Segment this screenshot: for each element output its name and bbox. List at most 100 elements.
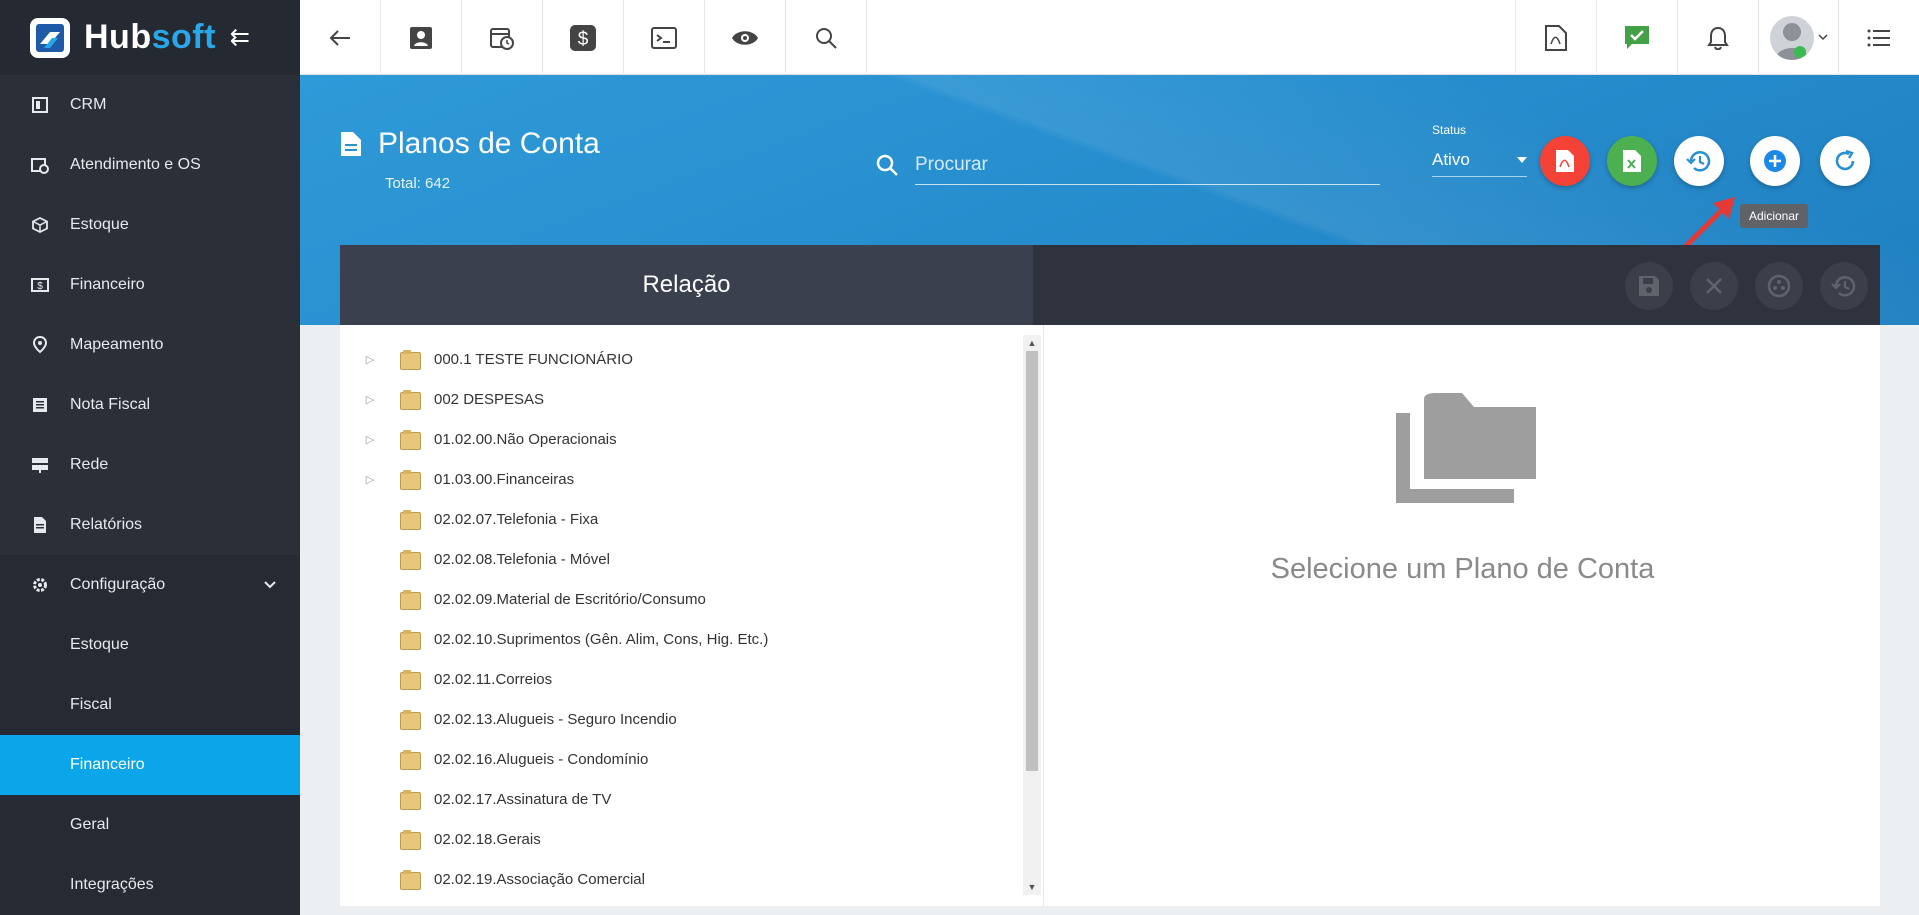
tree-row[interactable]: 02.02.19.Associação Comercial [340,859,768,899]
plano-conta-tree: ▷ 000.1 TESTE FUNCIONÁRIO ▷ 002 DESPESAS ▷ 01… [340,339,768,899]
submenu-item-estoque[interactable]: Estoque [0,615,300,675]
sidebar-item-label: Mapeamento [70,336,164,353]
sidebar-item-financeiro[interactable]: $ Financeiro [0,255,300,315]
sidebar-item-rede[interactable]: Rede [0,435,300,495]
top-toolbar: $ [300,0,1919,75]
status-value: Ativo [1432,149,1470,169]
sidebar-item-label: Relatórios [70,516,143,533]
tree-row[interactable]: 02.02.13.Alugueis - Seguro Incendio [340,699,768,739]
search-input[interactable] [915,145,1380,185]
export-excel-button[interactable] [1607,136,1657,186]
pdf-file-icon [1545,24,1567,51]
scroll-down-icon[interactable]: ▼ [1023,879,1041,895]
eye-icon [732,30,758,45]
scroll-thumb[interactable] [1026,351,1038,771]
tree-row-label: 02.02.17.Assinatura de TV [434,790,612,808]
submenu-item-integracoes[interactable]: Integrações [0,855,300,915]
sidebar-item-nota-fiscal[interactable]: Nota Fiscal [0,375,300,435]
document-icon [341,132,361,156]
sidebar-item-label: Atendimento e OS [70,156,201,173]
submenu-item-financeiro[interactable]: Financeiro [0,735,300,795]
refresh-button[interactable] [1820,136,1870,186]
brand-name: Hubsoft [84,18,216,57]
sidebar-item-estoque[interactable]: Estoque [0,195,300,255]
sidebar: Hubsoft ⇇ CRM Atendimento e OS Estoque $… [0,0,300,915]
search-button[interactable] [786,0,867,75]
circle-dots-icon [1767,274,1791,298]
expand-caret-icon[interactable]: ▷ [340,393,400,406]
tree-row[interactable]: ▷ 01.03.00.Financeiras [340,459,768,499]
view-button[interactable] [705,0,786,75]
tree-row[interactable]: 02.02.10.Suprimentos (Gên. Alim, Cons, H… [340,619,768,659]
history-icon [1831,276,1856,297]
tree-row[interactable]: 02.02.07.Telefonia - Fixa [340,499,768,539]
finance-button[interactable]: $ [543,0,624,75]
tree-row[interactable]: 02.02.18.Gerais [340,819,768,859]
gear-icon [30,575,50,595]
tree-row-label: 02.02.10.Suprimentos (Gên. Alim, Cons, H… [434,630,769,648]
tree-row[interactable]: ▷ 002 DESPESAS [340,379,768,419]
tree-row[interactable]: ▷ 000.1 TESTE FUNCIONÁRIO [340,339,768,379]
tree-row[interactable]: 02.02.16.Alugueis - Condomínio [340,739,768,779]
report-icon [30,515,50,535]
folder-icon [400,670,421,690]
scroll-up-icon[interactable]: ▲ [1023,335,1041,351]
tree-row[interactable]: 02.02.11.Correios [340,659,768,699]
tree-row[interactable]: 02.02.09.Material de Escritório/Consumo [340,579,768,619]
cancel-button[interactable] [1690,262,1738,310]
export-pdf-button[interactable] [1540,136,1590,186]
tree-row-label: 002 DESPESAS [434,390,545,408]
history-button[interactable] [1674,136,1724,186]
hubsoft-logo-icon [30,17,70,58]
sidebar-item-crm[interactable]: CRM [0,75,300,135]
sidebar-item-configuracao[interactable]: Configuração [0,555,300,615]
sidebar-item-atendimento[interactable]: Atendimento e OS [0,135,300,195]
expand-caret-icon[interactable]: ▷ [340,473,400,486]
bell-icon [1707,26,1729,50]
add-button[interactable] [1750,136,1800,186]
tree-row[interactable]: 02.02.08.Telefonia - Móvel [340,539,768,579]
folder-icon [400,590,421,610]
collapse-menu-icon[interactable]: ⇇ [230,23,250,52]
back-button[interactable] [300,0,381,75]
total-count: Total: 642 [385,175,451,192]
tree-scrollbar[interactable]: ▲ ▼ [1023,335,1041,895]
customer-button[interactable] [381,0,462,75]
tree-row-label: 02.02.08.Telefonia - Móvel [434,550,610,568]
logo-bar: Hubsoft ⇇ [0,0,300,75]
expand-caret-icon[interactable]: ▷ [340,353,400,366]
brand-soft: soft [151,18,216,56]
submenu-item-fiscal[interactable]: Fiscal [0,675,300,735]
page-title-wrap: Planos de Conta [340,127,600,161]
audit-button[interactable] [1755,262,1803,310]
folder-icon [400,870,421,890]
caret-down-icon [1517,156,1527,163]
sidebar-item-label: Rede [70,456,109,473]
schedule-button[interactable] [462,0,543,75]
expand-caret-icon[interactable]: ▷ [340,433,400,446]
user-menu-button[interactable] [1758,0,1838,75]
calendar-clock-icon [30,155,50,175]
pdf-document-button[interactable] [1515,0,1596,75]
sidebar-menu: CRM Atendimento e OS Estoque $ Financeir… [0,75,300,915]
tree-row[interactable]: ▷ 01.02.00.Não Operacionais [340,419,768,459]
tree-row-label: 01.03.00.Financeiras [434,470,575,488]
sidebar-item-mapeamento[interactable]: Mapeamento [0,315,300,375]
tree-row-label: 01.02.00.Não Operacionais [434,430,617,448]
notifications-button[interactable] [1677,0,1758,75]
list-menu-button[interactable] [1838,0,1919,75]
tasks-button[interactable] [1596,0,1677,75]
sidebar-item-relatorios[interactable]: Relatórios [0,495,300,555]
terminal-button[interactable] [624,0,705,75]
svg-text:$: $ [578,29,589,50]
tree-row[interactable]: 02.02.17.Assinatura de TV [340,779,768,819]
contact-card-icon [410,26,432,49]
detail-history-button[interactable] [1820,262,1868,310]
folder-icon [400,390,421,410]
status-select[interactable]: Ativo [1432,143,1527,177]
sidebar-item-label: CRM [70,96,107,113]
sidebar-item-label: Configuração [70,576,166,593]
sidebar-item-label: Financeiro [70,276,145,293]
submenu-item-geral[interactable]: Geral [0,795,300,855]
save-button[interactable] [1625,262,1673,310]
